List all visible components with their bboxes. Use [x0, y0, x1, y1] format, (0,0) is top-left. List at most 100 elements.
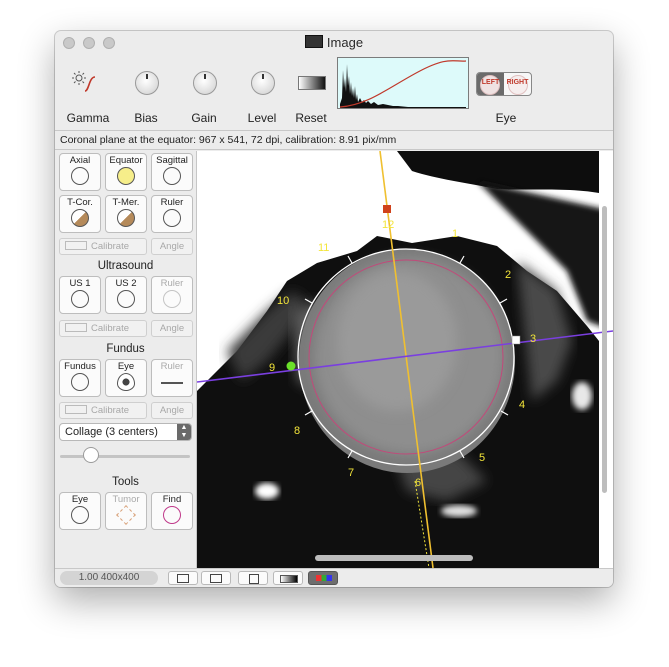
collage-select[interactable]: Collage (3 centers) ▲ ▼	[59, 423, 192, 441]
window-title: Image	[55, 35, 613, 50]
gain-knob[interactable]	[193, 71, 217, 95]
collage-slider-track[interactable]	[60, 455, 190, 458]
tool-t-mer[interactable]: T-Mer.	[105, 195, 147, 233]
calibrate-button-1[interactable]: Calibrate	[59, 238, 147, 255]
tool-ruler-top-label: Ruler	[160, 197, 184, 208]
calibrate-icon	[65, 241, 87, 250]
zoom-out-icon	[177, 574, 189, 583]
tool-us-ruler[interactable]: Ruler	[151, 276, 193, 314]
zoom-out-button[interactable]	[168, 571, 198, 585]
tumor-icon	[116, 505, 136, 525]
fundus-title: Fundus	[106, 343, 145, 355]
select-arrows-icon: ▲ ▼	[177, 424, 191, 440]
equator-handle-left[interactable]	[286, 361, 296, 371]
tool-us1[interactable]: US 1	[59, 276, 101, 314]
tool-find[interactable]: Find	[151, 492, 193, 530]
tool-axial-label: Axial	[69, 155, 91, 166]
ultrasound-title: Ultrasound	[97, 260, 154, 272]
grayscale-icon	[280, 575, 298, 583]
image-window: Image Gamma Bias Gain Level Reset LEFT R…	[55, 31, 613, 587]
image-viewer[interactable]: 12 1 2 3 4 5 6 7 8 9 10 11	[197, 151, 613, 568]
reset-label: Reset	[295, 111, 327, 125]
angle-button-3[interactable]: Angle	[151, 402, 193, 419]
grayscale-button[interactable]	[273, 571, 303, 585]
eye-icon	[117, 373, 135, 391]
tool-equator-label: Equator	[109, 155, 143, 166]
histogram-graph	[338, 58, 468, 108]
scan-image: 12 1 2 3 4 5 6 7 8 9 10 11	[197, 151, 613, 568]
home-icon	[249, 574, 259, 584]
angle-button-1[interactable]: Angle	[151, 238, 193, 255]
angle-label-1: Angle	[159, 241, 185, 252]
tool-eye-fundus-label: Eye	[117, 361, 135, 372]
clock-label-5: 5	[479, 452, 485, 464]
level-knob[interactable]	[251, 71, 275, 95]
angle-label-3: Angle	[159, 405, 185, 416]
eye-right-button[interactable]: RIGHT	[504, 73, 531, 95]
ruler-icon	[163, 209, 181, 227]
clock-label-4: 4	[519, 399, 525, 411]
bias-knob[interactable]	[135, 71, 159, 95]
bias-label: Bias	[134, 111, 158, 125]
eye-toggle[interactable]: LEFT RIGHT	[476, 72, 532, 96]
equator-handle-right[interactable]	[511, 335, 521, 345]
calibrate-button-2[interactable]: Calibrate	[59, 320, 147, 337]
zoom-readout: 1.00 400x400	[60, 571, 158, 585]
us-ruler-icon	[163, 290, 181, 308]
tool-axial[interactable]: Axial	[59, 153, 101, 191]
eye-left-text: LEFT	[481, 79, 500, 86]
angle-button-2[interactable]: Angle	[151, 320, 193, 337]
calibrate-icon	[65, 323, 87, 332]
tool-eye[interactable]: Eye	[59, 492, 101, 530]
tool-ruler-top[interactable]: Ruler	[151, 195, 193, 233]
tool-us2-label: US 2	[115, 278, 137, 289]
bottom-bar: 1.00 400x400	[55, 568, 613, 587]
clock-label-9: 9	[269, 362, 275, 374]
tool-tumor[interactable]: Tumor	[105, 492, 147, 530]
color-icon	[316, 575, 332, 581]
clock-label-6: 6	[415, 477, 421, 489]
collage-slider-thumb[interactable]	[83, 447, 99, 463]
us1-icon	[71, 290, 89, 308]
title-bar: Image	[55, 31, 613, 55]
equator-icon	[117, 167, 135, 185]
eye-left-button[interactable]: LEFT	[477, 73, 504, 95]
fundus-ruler-icon	[161, 382, 183, 384]
tool-us-ruler-label: Ruler	[160, 278, 184, 289]
zoom-in-icon	[210, 574, 222, 583]
zoom-in-button[interactable]	[201, 571, 231, 585]
tool-fundus-ruler[interactable]: Ruler	[151, 359, 193, 397]
reset-button[interactable]	[298, 76, 326, 90]
tool-us1-label: US 1	[69, 278, 91, 289]
eye-tool-icon	[71, 506, 89, 524]
tool-fundus-label: Fundus	[64, 361, 96, 372]
eye-right-text: RIGHT	[506, 79, 529, 86]
t-cor-icon	[71, 209, 89, 227]
vertical-scrollbar[interactable]	[602, 206, 607, 493]
tool-eye-fundus[interactable]: Eye	[105, 359, 147, 397]
gamma-icon	[72, 71, 96, 92]
meridian-handle-top[interactable]	[383, 205, 391, 213]
tools-title: Tools	[112, 476, 139, 488]
status-line: Coronal plane at the equator: 967 x 541,…	[55, 130, 613, 150]
eye-label: Eye	[495, 111, 517, 125]
calibrate-button-3[interactable]: Calibrate	[59, 402, 147, 419]
collage-select-value: Collage (3 centers)	[65, 426, 158, 438]
tool-t-cor-label: T-Cor.	[67, 197, 93, 208]
clock-label-2: 2	[505, 269, 511, 281]
tool-us2[interactable]: US 2	[105, 276, 147, 314]
tool-t-cor[interactable]: T-Cor.	[59, 195, 101, 233]
tool-fundus[interactable]: Fundus	[59, 359, 101, 397]
us2-icon	[117, 290, 135, 308]
clock-label-10: 10	[277, 295, 289, 307]
clock-label-11: 11	[318, 242, 329, 254]
tool-find-label: Find	[162, 494, 182, 505]
tool-equator[interactable]: Equator	[105, 153, 147, 191]
horizontal-scrollbar[interactable]	[315, 555, 473, 561]
histogram-panel[interactable]	[337, 57, 469, 109]
tool-tumor-label: Tumor	[112, 494, 140, 505]
color-button[interactable]	[308, 571, 338, 585]
home-button[interactable]	[238, 571, 268, 585]
tool-sagittal[interactable]: Sagittal	[151, 153, 193, 191]
gamma-control[interactable]	[71, 69, 101, 95]
